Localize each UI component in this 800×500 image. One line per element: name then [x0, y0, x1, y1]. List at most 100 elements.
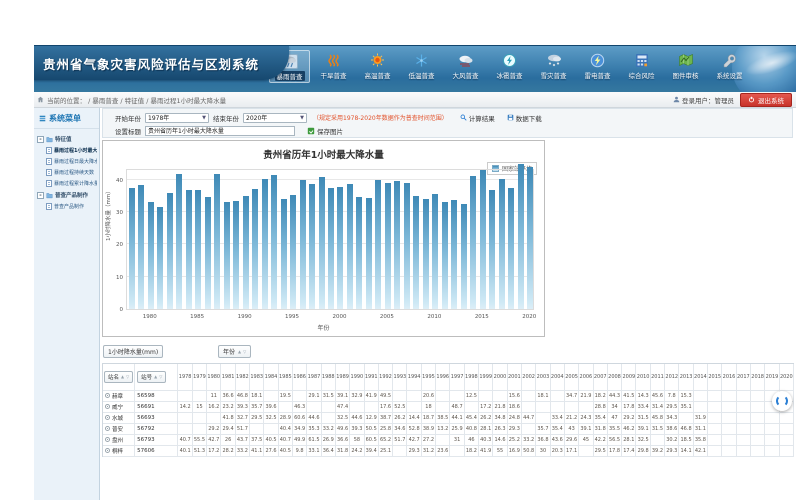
end-year-select[interactable]: 2020年▼: [243, 113, 307, 123]
nav-drought[interactable]: 干旱普查: [313, 50, 354, 83]
year-column-header[interactable]: 2011: [650, 364, 664, 390]
value-cell: [722, 390, 736, 401]
value-filter-chip[interactable]: 1小时降水量(mm): [103, 345, 163, 358]
row-expand-icon[interactable]: [105, 404, 110, 409]
start-year-select[interactable]: 1978年▼: [145, 113, 209, 123]
year-column-header[interactable]: 1997: [450, 364, 464, 390]
year-column-header[interactable]: 2015: [708, 364, 722, 390]
year-column-header[interactable]: 2014: [693, 364, 707, 390]
logout-button[interactable]: 退出系统: [740, 93, 792, 107]
year-column-header[interactable]: 2005: [564, 364, 578, 390]
sort-asc-icon[interactable]: ▲: [154, 374, 157, 379]
breadcrumb: 当前的位置： / 暴雨普查 / 特征值 / 暴雨过程1小时最大降水量: [34, 95, 226, 105]
year-column-header[interactable]: 2012: [665, 364, 679, 390]
nav-lightning[interactable]: 雷电普查: [577, 50, 618, 83]
year-column-header[interactable]: 2010: [636, 364, 650, 390]
filter-funnel-icon[interactable]: ▽: [126, 374, 129, 379]
station-id-header[interactable]: 站号▲▽: [137, 371, 166, 383]
row-expand-icon[interactable]: [105, 426, 110, 431]
sort-asc-icon[interactable]: ▲: [121, 374, 124, 379]
station-name-header[interactable]: 站名▲▽: [104, 371, 133, 383]
x-tick-label: 2010: [422, 314, 446, 320]
year-column-header[interactable]: 2000: [493, 364, 507, 390]
year-column-header[interactable]: 1991: [364, 364, 378, 390]
year-column-header[interactable]: 1995: [421, 364, 435, 390]
year-column-header[interactable]: 1998: [464, 364, 478, 390]
year-column-header[interactable]: 2017: [736, 364, 750, 390]
table-row[interactable]: 盘州5679340.755.542.72643.737.540.540.749.…: [103, 434, 794, 445]
value-cell: [722, 434, 736, 445]
year-column-header[interactable]: 1982: [235, 364, 249, 390]
year-column-header[interactable]: 1987: [307, 364, 321, 390]
nav-risk[interactable]: 综合风险: [621, 50, 662, 83]
table-row[interactable]: 普安5679229.229.451.740.434.935.333.249.63…: [103, 423, 794, 434]
year-column-header[interactable]: 2007: [593, 364, 607, 390]
nav-hail[interactable]: 冰雹普查: [489, 50, 530, 83]
table-row[interactable]: 桐梓5760640.151.317.228.233.241.127.640.59…: [103, 445, 794, 456]
year-column-header[interactable]: 1996: [436, 364, 450, 390]
nav-map-review[interactable]: 图件审核: [665, 50, 706, 83]
year-column-header[interactable]: 2016: [722, 364, 736, 390]
bar-1989: [233, 201, 239, 309]
year-column-header[interactable]: 1985: [278, 364, 292, 390]
year-column-header[interactable]: 1981: [221, 364, 235, 390]
year-column-header[interactable]: 2001: [507, 364, 521, 390]
sidebar-group-0[interactable]: -特征值: [37, 133, 97, 145]
year-column-header[interactable]: 2018: [750, 364, 764, 390]
filter-funnel-icon[interactable]: ▽: [243, 349, 246, 354]
row-expand-icon[interactable]: [105, 448, 110, 453]
nav-wind[interactable]: 大风普查: [445, 50, 486, 83]
row-expand-icon[interactable]: [105, 393, 110, 398]
year-column-header[interactable]: 2009: [622, 364, 636, 390]
row-expand-icon[interactable]: [105, 415, 110, 420]
sort-asc-icon[interactable]: ▲: [238, 349, 241, 354]
year-column-header[interactable]: 1990: [350, 364, 364, 390]
table-row[interactable]: 水城5669341.832.729.532.528.960.644.632.54…: [103, 412, 794, 423]
year-column-header[interactable]: 2013: [679, 364, 693, 390]
year-column-header[interactable]: 2008: [607, 364, 621, 390]
year-column-header[interactable]: 1989: [335, 364, 349, 390]
year-column-header[interactable]: 1986: [292, 364, 306, 390]
save-image-button[interactable]: 保存图片: [307, 126, 343, 136]
nav-cold[interactable]: 低温普查: [401, 50, 442, 83]
chart-title-input[interactable]: 贵州省历年1小时最大降水量: [145, 126, 295, 136]
year-column-header[interactable]: 1984: [264, 364, 278, 390]
year-column-header[interactable]: 1993: [393, 364, 407, 390]
year-column-header[interactable]: 2020: [779, 364, 793, 390]
row-expand-icon[interactable]: [105, 437, 110, 442]
year-column-header[interactable]: 2006: [579, 364, 593, 390]
year-sort-chip[interactable]: 年份 ▲▽: [218, 345, 251, 358]
sidebar-item[interactable]: 暴雨过程累计降水量: [37, 178, 97, 189]
year-column-header[interactable]: 1983: [250, 364, 264, 390]
nav-snow[interactable]: 雪灾普查: [533, 50, 574, 83]
year-column-header[interactable]: 1992: [378, 364, 392, 390]
year-column-header[interactable]: 1999: [479, 364, 493, 390]
year-column-header[interactable]: 2003: [536, 364, 550, 390]
year-column-header[interactable]: 2004: [550, 364, 564, 390]
table-row[interactable]: 赫章565981136.646.818.119.529.131.539.132.…: [103, 390, 794, 401]
year-column-header[interactable]: 1980: [207, 364, 221, 390]
map-review-icon: [677, 52, 695, 68]
collapse-icon[interactable]: -: [37, 136, 44, 143]
year-column-header[interactable]: 2002: [521, 364, 535, 390]
nav-heat[interactable]: 高温普查: [357, 50, 398, 83]
collapse-icon[interactable]: -: [37, 192, 44, 199]
download-button[interactable]: 数据下载: [507, 113, 542, 123]
year-column-header[interactable]: 1994: [407, 364, 421, 390]
table-row[interactable]: 威宁5669114.21516.223.239.335.739.646.347.…: [103, 401, 794, 412]
calculate-button[interactable]: 计算结果: [460, 113, 495, 123]
sidebar-group-1[interactable]: -普查产品制作: [37, 189, 97, 201]
year-column-header[interactable]: 1988: [321, 364, 335, 390]
sidebar-item[interactable]: 普查产品制作: [37, 201, 97, 212]
nav-label: 高温普查: [365, 70, 391, 80]
nav-settings[interactable]: 系统设置: [709, 50, 750, 83]
sidebar-item[interactable]: 暴雨过程持续天数: [37, 167, 97, 178]
filter-funnel-icon[interactable]: ▽: [159, 374, 162, 379]
value-cell: 33.4: [636, 401, 650, 412]
year-column-header[interactable]: 1979: [192, 364, 206, 390]
year-column-header[interactable]: 2019: [765, 364, 779, 390]
data-table-zone: 1小时降水量(mm) 年份 ▲▽ 站名▲▽站号▲▽197819791980198…: [102, 345, 794, 500]
sidebar-item[interactable]: 暴雨过程1小时最大降水量: [37, 145, 97, 156]
year-column-header[interactable]: 1978: [178, 364, 192, 390]
sidebar-item[interactable]: 暴雨过程日最大降水量: [37, 156, 97, 167]
